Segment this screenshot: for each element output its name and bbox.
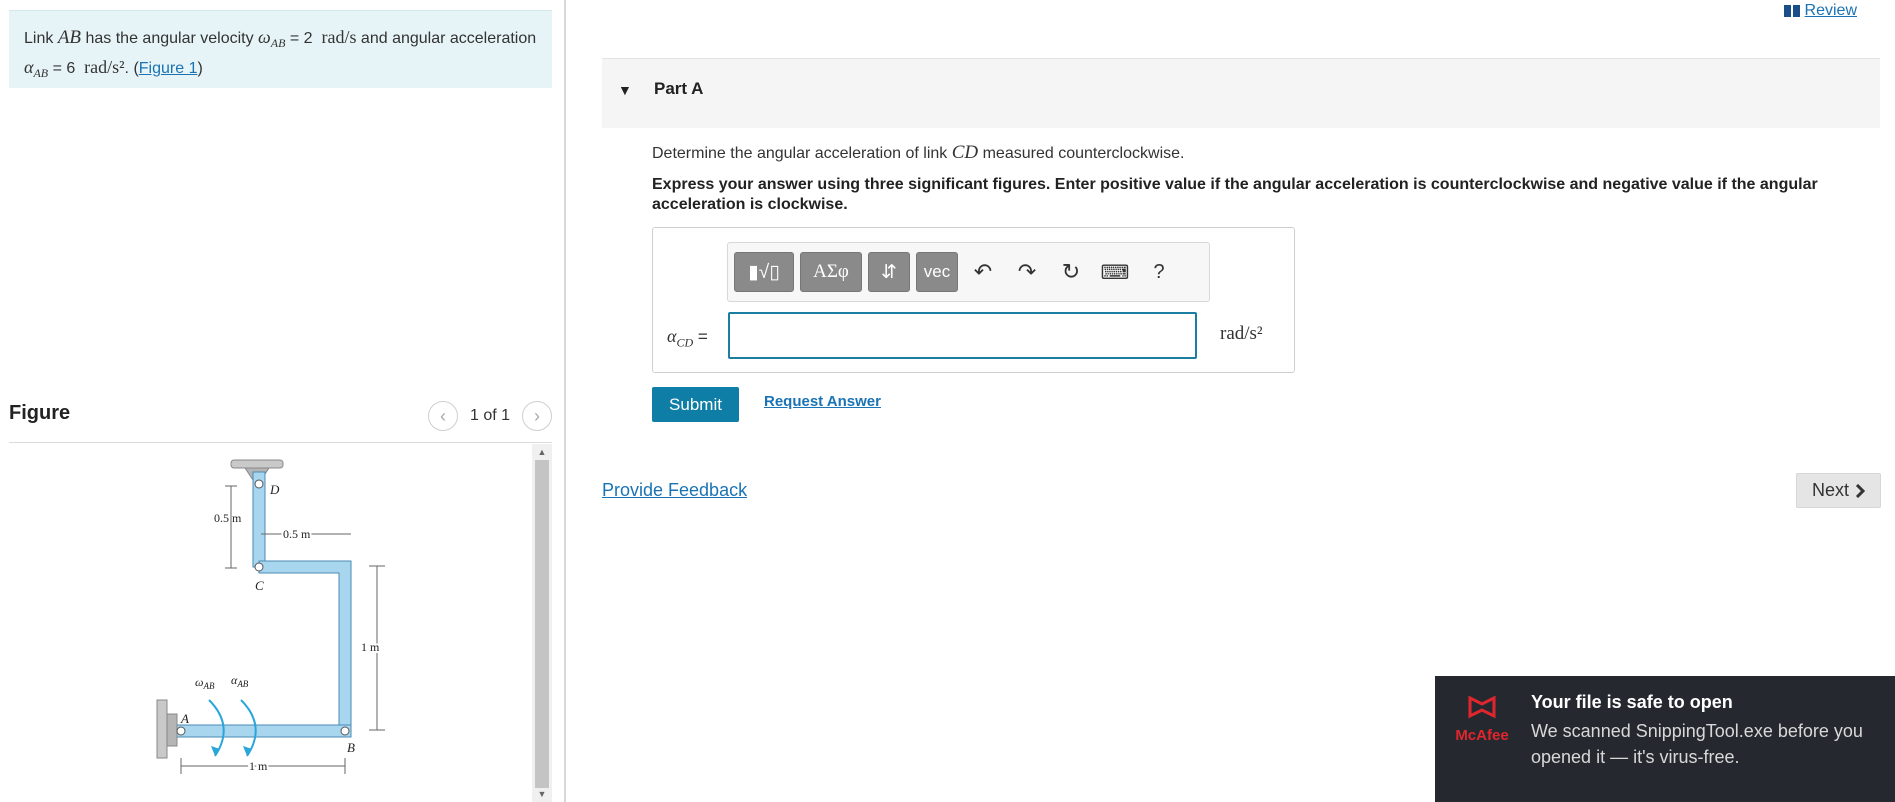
toast-body: We scanned SnippingTool.exe before you o… [1531, 721, 1863, 767]
alpha-sub: AB [33, 66, 49, 81]
alpha-value: = 6 [52, 60, 76, 78]
pin-b [340, 726, 350, 736]
link-name: AB [57, 27, 82, 48]
dim-1-horizontal: 1 m [249, 759, 268, 773]
mcafee-shield-icon [1468, 695, 1496, 719]
alpha-unit: rad/s² [84, 57, 125, 78]
request-answer-link[interactable]: Request Answer [764, 393, 881, 410]
velocity-text: has the angular velocity [85, 30, 254, 47]
label-c: C [255, 578, 264, 593]
answer-unit: rad/s² [1220, 323, 1263, 344]
vec-button[interactable]: vec [916, 252, 958, 292]
wall-support [156, 699, 168, 759]
undo-icon[interactable]: ↶ [964, 252, 1002, 292]
keyboard-icon[interactable]: ⌨ [1096, 252, 1134, 292]
review-label: Review [1804, 2, 1857, 19]
dim-05-vertical: 0.5 m [214, 511, 242, 525]
part-title: Part A [654, 79, 704, 98]
provide-feedback-link[interactable]: Provide Feedback [602, 480, 747, 501]
omega-symbol: ω [258, 27, 271, 47]
scroll-thumb[interactable] [535, 460, 549, 788]
dim-1-vertical: 1 m [361, 640, 380, 654]
answer-box: ▮√▯ ΑΣφ ⇵ vec ↶ ↷ ↻ ⌨ ? αCD = rad/s² [652, 227, 1295, 373]
link-ab [174, 724, 352, 738]
figure-pager: ‹ 1 of 1 › [427, 401, 552, 431]
mcafee-logo: McAfee [1451, 695, 1513, 744]
figure-title: Figure [9, 402, 71, 424]
pin-a [176, 726, 186, 736]
link-text: Link [24, 30, 54, 47]
question-text: Determine the angular acceleration of li… [652, 142, 1185, 163]
scroll-up-arrow[interactable]: ▲ [536, 446, 548, 458]
accel-text: and angular acceleration [360, 30, 537, 47]
problem-statement: Link AB has the angular velocity ωAB = 2… [9, 10, 552, 88]
arrows-button[interactable]: ⇵ [868, 252, 910, 292]
omega-unit: rad/s [321, 27, 357, 47]
figure-link-close: ) [197, 60, 203, 78]
link-cb [258, 560, 352, 731]
label-a: A [180, 711, 189, 726]
omega-value: = 2 [289, 30, 313, 47]
mechanism-diagram: D C B A ωAB αAB 0.5 m 0.5 m 1 m 1 m [156, 459, 385, 775]
mcafee-brand: McAfee [1455, 727, 1509, 744]
label-b: B [347, 740, 355, 755]
next-label: Next [1811, 480, 1849, 500]
review-link[interactable]: Review [1783, 2, 1857, 20]
pin-c [254, 562, 264, 572]
reset-icon[interactable]: ↻ [1052, 252, 1090, 292]
book-icon [1783, 5, 1800, 17]
math-toolbar: ▮√▯ ΑΣφ ⇵ vec ↶ ↷ ↻ ⌨ ? [727, 242, 1210, 302]
figure-1-link[interactable]: Figure 1 [139, 60, 198, 77]
redo-icon[interactable]: ↷ [1008, 252, 1046, 292]
greek-button[interactable]: ΑΣφ [800, 252, 862, 292]
pin-d [254, 479, 264, 489]
help-icon[interactable]: ? [1140, 252, 1178, 292]
dim-05-horizontal: 0.5 m [283, 527, 311, 541]
omega-ab-label: ωAB [195, 675, 215, 691]
prev-figure-button[interactable]: ‹ [427, 401, 458, 431]
answer-label: αCD = [667, 326, 708, 350]
part-a-header[interactable]: ▼ Part A [602, 58, 1880, 128]
chevron-right-icon [1855, 483, 1865, 498]
figure-area: D C B A ωAB αAB 0.5 m 0.5 m 1 m 1 m ▲ ▼ [9, 444, 552, 802]
ceiling-support [230, 459, 284, 469]
caret-down-icon[interactable]: ▼ [618, 82, 632, 98]
left-pane: Link AB has the angular velocity ωAB = 2… [0, 0, 566, 802]
omega-sub: AB [270, 36, 286, 51]
scroll-down-arrow[interactable]: ▼ [536, 788, 548, 800]
next-figure-button[interactable]: › [522, 401, 552, 431]
next-button[interactable]: Next [1796, 473, 1881, 508]
question-link-name: CD [951, 142, 979, 163]
figure-scrollbar[interactable]: ▲ ▼ [532, 444, 552, 802]
figure-header: Figure ‹ 1 of 1 › [9, 395, 552, 443]
submit-button[interactable]: Submit [652, 387, 739, 422]
templates-button[interactable]: ▮√▯ [734, 252, 794, 292]
label-d: D [269, 482, 280, 497]
wall-bracket [166, 713, 178, 747]
alpha-ab-label: αAB [231, 673, 249, 689]
toast-title: Your file is safe to open [1531, 692, 1733, 712]
mcafee-toast[interactable]: McAfee Your file is safe to open We scan… [1435, 676, 1895, 802]
figure-link-open: . ( [124, 60, 139, 78]
pager-text: 1 of 1 [469, 407, 510, 424]
answer-instructions: Express your answer using three signific… [652, 176, 1818, 213]
answer-input[interactable] [728, 312, 1197, 359]
